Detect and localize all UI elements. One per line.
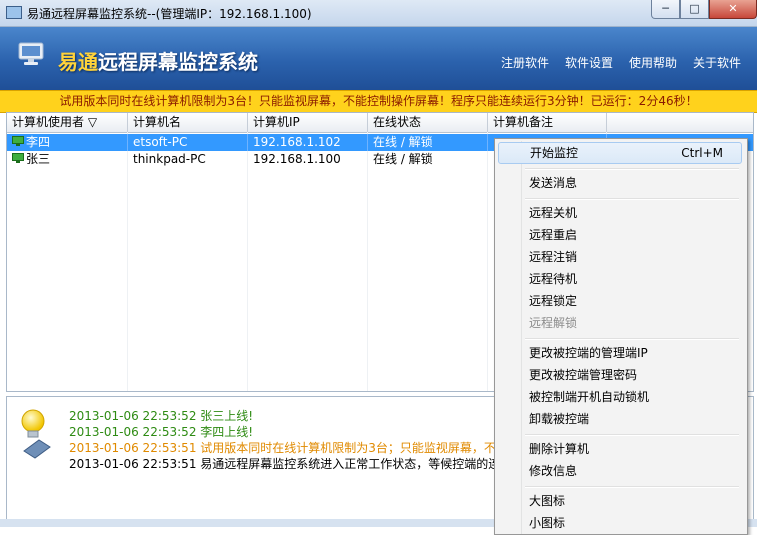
nav-settings[interactable]: 软件设置 <box>565 54 613 71</box>
computer-online-icon <box>12 153 24 163</box>
brand-rest: 远程屏幕监控系统 <box>98 50 258 74</box>
grid-divider <box>487 132 488 391</box>
app-icon <box>6 6 22 19</box>
grid-divider <box>367 132 368 391</box>
cell-ip: 192.168.1.102 <box>248 134 368 151</box>
window-controls: ─ □ ✕ <box>651 0 757 20</box>
menu-separator <box>525 486 739 488</box>
menu-shortcut: Ctrl+M <box>681 146 723 160</box>
nav-help[interactable]: 使用帮助 <box>629 54 677 71</box>
menu-remote-unlock: 远程解锁 <box>529 316 578 330</box>
brand-accent: 易通 <box>58 50 98 74</box>
menu-change-admin-ip[interactable]: 更改被控端的管理端IP <box>498 342 742 364</box>
menu-separator <box>525 198 739 200</box>
window-title: 易通远程屏幕监控系统--(管理端IP：192.168.1.100) <box>27 7 312 21</box>
menu-remote-lock[interactable]: 远程锁定 <box>498 290 742 312</box>
log-line: 2013-01-06 22:53:51 试用版本同时在线计算机限制为3台；只能监… <box>69 441 520 455</box>
cell-ip: 192.168.1.100 <box>253 152 341 166</box>
menu-small-icons[interactable]: 小图标 <box>498 512 742 534</box>
computer-online-icon <box>12 136 24 146</box>
menu-remote-standby[interactable]: 远程待机 <box>498 268 742 290</box>
cell-user: 张三 <box>7 151 128 168</box>
menu-remote-restart[interactable]: 远程重启 <box>498 224 742 246</box>
user-name: 张三 <box>26 152 51 166</box>
menu-delete-computer[interactable]: 删除计算机 <box>498 438 742 460</box>
user-name: 李四 <box>26 135 51 149</box>
top-nav: 注册软件 软件设置 使用帮助 关于软件 <box>501 54 741 71</box>
column-user[interactable]: 计算机使用者 ▽ <box>7 113 128 132</box>
column-computer-name[interactable]: 计算机名 <box>128 113 248 132</box>
menu-change-admin-password[interactable]: 更改被控端管理密码 <box>498 364 742 386</box>
nav-register[interactable]: 注册软件 <box>501 54 549 71</box>
cell-status: 在线 / 解锁 <box>368 134 488 151</box>
context-menu: 开始监控 Ctrl+M 发送消息 远程关机 远程重启 远程注销 远程待机 远程锁… <box>494 138 748 535</box>
table-header: 计算机使用者 ▽ 计算机名 计算机IP 在线状态 计算机备注 <box>7 113 753 133</box>
app-brand: 易通远程屏幕监控系统 <box>58 46 258 75</box>
menu-remote-logoff[interactable]: 远程注销 <box>498 246 742 268</box>
header-banner: 易通远程屏幕监控系统 注册软件 软件设置 使用帮助 关于软件 <box>0 27 757 90</box>
menu-uninstall-client[interactable]: 卸载被控端 <box>498 408 742 430</box>
menu-edit-info[interactable]: 修改信息 <box>498 460 742 482</box>
minimize-button[interactable]: ─ <box>651 0 680 19</box>
menu-separator <box>525 168 739 170</box>
column-note[interactable]: 计算机备注 <box>488 113 607 132</box>
title-bar: 易通远程屏幕监控系统--(管理端IP：192.168.1.100) ─ □ ✕ <box>0 0 757 27</box>
lightbulb-icon <box>21 409 51 459</box>
cell-status: 在线 / 解锁 <box>373 152 433 166</box>
monitor-logo-icon <box>18 42 44 65</box>
menu-large-icons[interactable]: 大图标 <box>498 490 742 512</box>
menu-separator <box>525 434 739 436</box>
nav-about[interactable]: 关于软件 <box>693 54 741 71</box>
log-line: 2013-01-06 22:53:52 李四上线! <box>69 425 254 439</box>
cell-computer-name: etsoft-PC <box>128 134 248 151</box>
log-line: 2013-01-06 22:53:51 易通远程屏幕监控系统进入正常工作状态，等… <box>69 457 513 471</box>
menu-send-message[interactable]: 发送消息 <box>498 172 742 194</box>
grid-divider <box>127 132 128 391</box>
log-line: 2013-01-06 22:53:52 张三上线! <box>69 409 254 423</box>
menu-remote-shutdown[interactable]: 远程关机 <box>498 202 742 224</box>
grid-divider <box>247 132 248 391</box>
menu-label: 开始监控 <box>530 146 579 160</box>
menu-separator <box>525 338 739 340</box>
cell-user: 李四 <box>7 134 128 151</box>
cell-computer-name: thinkpad-PC <box>133 152 206 166</box>
menu-auto-lock-on-boot[interactable]: 被控制端开机自动锁机 <box>498 386 742 408</box>
column-status[interactable]: 在线状态 <box>368 113 488 132</box>
trial-warning: 试用版本同时在线计算机限制为3台！只能监视屏幕，不能控制操作屏幕！程序只能连续运… <box>0 90 757 113</box>
column-ip[interactable]: 计算机IP <box>248 113 368 132</box>
close-button[interactable]: ✕ <box>709 0 757 19</box>
maximize-button[interactable]: □ <box>680 0 709 19</box>
menu-start-monitor[interactable]: 开始监控 Ctrl+M <box>498 142 742 164</box>
